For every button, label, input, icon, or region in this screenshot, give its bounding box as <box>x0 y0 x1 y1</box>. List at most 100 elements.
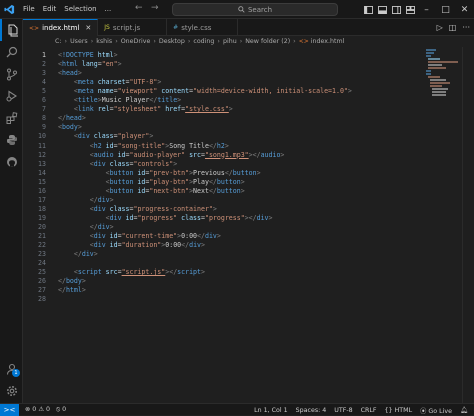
breadcrumb-item[interactable]: Users <box>70 38 88 45</box>
toggle-secondary-sidebar-icon[interactable] <box>389 0 403 19</box>
run-debug-icon[interactable] <box>0 85 23 107</box>
go-live-button[interactable]: ⦿ Go Live <box>420 406 452 415</box>
close-icon[interactable]: ✕ <box>455 0 474 19</box>
end-of-line[interactable]: CRLF <box>361 407 377 414</box>
code-line[interactable]: 25 <script src="script.js"></script> <box>23 268 205 277</box>
breadcrumb-item[interactable]: kshis <box>96 38 112 45</box>
code-line[interactable]: 28 <box>23 295 58 304</box>
encoding[interactable]: UTF-8 <box>334 407 352 414</box>
code-token: charset <box>93 78 126 87</box>
breadcrumb-item[interactable]: New folder (2) <box>245 38 290 45</box>
code-line[interactable]: 19 <div id="progress" class="progress"><… <box>23 213 272 223</box>
remote-indicator-icon[interactable]: >< <box>0 403 19 416</box>
minimap[interactable] <box>426 47 460 107</box>
code-line[interactable]: 26 </body> <box>23 277 86 286</box>
code-line[interactable]: 12 <audio id="audio-player" src="song1.m… <box>23 151 284 160</box>
code-token: Previous <box>193 168 225 177</box>
code-token: </ <box>197 232 205 240</box>
toggle-primary-sidebar-icon[interactable] <box>361 0 375 19</box>
line-number: 28 <box>38 295 46 304</box>
code-editor[interactable]: 1 <!DOCTYPE html> 2 <html lang="en"> 3 <head>… <box>23 47 474 403</box>
code-line[interactable]: 9 <body> <box>23 123 82 132</box>
code-line[interactable]: 18 <div class="progress-container"> <box>23 205 217 214</box>
more-actions-icon[interactable]: ··· <box>462 23 470 32</box>
python-icon[interactable] <box>0 129 23 151</box>
explorer-icon[interactable] <box>0 19 23 41</box>
extensions-icon[interactable] <box>0 107 23 129</box>
breadcrumb-item[interactable]: Desktop <box>159 38 185 45</box>
toggle-panel-icon[interactable] <box>375 0 389 19</box>
settings-gear-icon[interactable] <box>0 380 23 402</box>
code-line[interactable]: 16 <button id="next-btn">Next</button> <box>23 187 245 196</box>
search-icon[interactable] <box>0 41 23 63</box>
code-line[interactable]: 7 <link rel="stylesheet" href="style.css… <box>23 105 233 114</box>
cursor-position[interactable]: Ln 1, Col 1 <box>254 407 288 414</box>
problems-indicator[interactable]: ⊗ 0 ⚠ 0 <box>25 406 50 413</box>
account-icon[interactable]: 1 <box>0 358 23 380</box>
back-arrow-icon[interactable]: ← <box>135 3 143 13</box>
code-token: </ <box>181 241 190 250</box>
breadcrumb-item[interactable]: coding <box>193 38 214 45</box>
code-line[interactable]: 2 <html lang="en"> <box>23 60 122 69</box>
code-line[interactable]: 3 <head> <box>23 69 82 78</box>
code-token: script <box>177 268 201 277</box>
source-control-icon[interactable] <box>0 63 23 85</box>
code-line[interactable]: 4 <meta charset="UTF-8"> <box>23 78 161 87</box>
tab-index-html[interactable]: <> index.html ✕ <box>23 19 99 36</box>
maximize-icon[interactable]: □ <box>436 0 455 19</box>
indentation[interactable]: Spaces: 4 <box>296 407 327 414</box>
code-token: > <box>113 51 118 59</box>
line-number: 10 <box>38 132 46 141</box>
code-line[interactable]: 24 <box>23 259 58 268</box>
breadcrumb-item[interactable]: pihu <box>223 38 237 45</box>
code-line[interactable]: 17 </div> <box>23 196 114 205</box>
menu-selection[interactable]: Selection <box>60 0 100 19</box>
menu-edit[interactable]: Edit <box>39 0 61 19</box>
tab-close-icon[interactable]: ✕ <box>85 24 91 32</box>
code-line[interactable]: 6 <title>Music Player</title> <box>23 96 181 105</box>
line-number: 12 <box>38 150 46 159</box>
code-token: </ <box>224 168 233 177</box>
code-line[interactable]: 14 <button id="prev-btn">Previous</butto… <box>23 169 261 178</box>
split-editor-icon[interactable]: ◫ <box>449 23 457 32</box>
menu-more[interactable]: ... <box>101 0 116 19</box>
code-line[interactable]: 20 </div> <box>23 223 114 232</box>
code-token: "script.js" <box>121 268 166 277</box>
customize-layout-icon[interactable] <box>403 0 417 19</box>
github-icon[interactable] <box>0 151 23 173</box>
code-token: 0:00 <box>165 241 182 250</box>
breadcrumb-item[interactable]: C: <box>55 38 62 45</box>
code-line[interactable]: 23 </div> <box>23 250 98 259</box>
code-line[interactable]: 15 <button id="play-btn">Play</button> <box>23 178 245 187</box>
code-line[interactable]: 22 <div id="duration">0:00</div> <box>23 241 205 250</box>
code-token: div <box>97 222 110 231</box>
code-line[interactable]: 1 <!DOCTYPE html> <box>23 51 118 60</box>
code-token: "audio-player" <box>129 150 186 159</box>
command-center-search[interactable]: Search <box>172 3 338 16</box>
tab-label: index.html <box>42 24 80 32</box>
forward-arrow-icon[interactable]: → <box>151 3 159 13</box>
breadcrumb-file[interactable]: index.html <box>311 38 345 45</box>
code-line[interactable]: 13 <div class="controls"> <box>23 160 177 169</box>
code-line[interactable]: 5 <meta name="viewport" content="width=d… <box>23 87 352 96</box>
tab-style-css[interactable]: # style.css <box>167 19 239 36</box>
minimize-icon[interactable]: – <box>417 0 436 19</box>
menu-file[interactable]: File <box>19 0 39 19</box>
notifications-bell-icon[interactable]: 🔔︎ <box>460 406 468 414</box>
run-icon[interactable]: ▷ <box>437 23 443 32</box>
vertical-scrollbar[interactable] <box>462 47 474 403</box>
line-number: 25 <box>38 268 46 277</box>
code-line[interactable]: 21 <div id="current-time">0:00</div> <box>23 232 221 241</box>
language-mode[interactable]: {} HTML <box>385 407 413 414</box>
code-line[interactable]: 11 <h2 id="song-title">Song Title</h2> <box>23 142 229 151</box>
breadcrumb-item[interactable]: OneDrive <box>121 38 151 45</box>
code-line[interactable]: 10 <div class="player"> <box>23 132 153 141</box>
ports-indicator[interactable]: ⦸ 0 <box>56 406 66 414</box>
code-token: ></ <box>244 213 257 222</box>
code-token: html <box>65 286 82 295</box>
tab-script-js[interactable]: JS script.js <box>98 19 168 36</box>
code-line[interactable]: 27 </html> <box>23 286 86 295</box>
code-token: meta <box>77 87 94 96</box>
code-line[interactable]: 8 </head> <box>23 114 86 123</box>
